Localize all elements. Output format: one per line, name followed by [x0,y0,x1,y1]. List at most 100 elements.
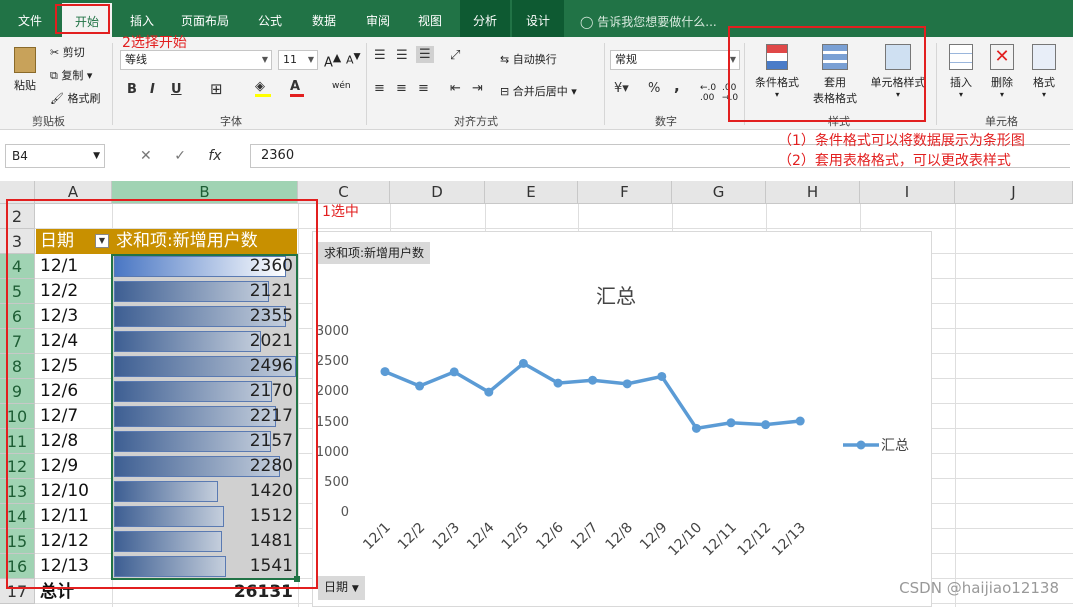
x-tick-label: 12/6 [533,519,567,553]
align-bottom-icon[interactable]: ☰ [416,46,434,63]
format-cells-button[interactable]: 格式 ▾ [1026,44,1062,99]
data-point[interactable] [415,381,425,391]
currency-icon[interactable]: ¥▾ [614,81,629,96]
increase-decimal-icon[interactable]: ←.0.00 [700,83,716,103]
chevron-down-icon: ▼ [261,55,268,64]
data-point[interactable] [726,418,736,428]
data-point[interactable] [588,375,598,385]
chevron-down-icon: ▾ [999,90,1004,99]
align-right-icon[interactable]: ≡ [418,81,429,96]
borders-icon[interactable]: ⊞ [210,80,223,98]
increase-font-button[interactable]: A▲ [324,51,341,70]
series-line[interactable] [384,361,801,431]
clipboard-icon [14,47,36,73]
font-size-select[interactable]: 11 ▼ [278,50,318,70]
format-cells-icon [1032,44,1056,70]
separator [604,43,605,125]
tab-formulas[interactable]: 公式 [248,0,292,37]
increase-indent-icon[interactable]: ⇥ [472,81,483,96]
decrease-font-button[interactable]: A▼ [346,51,361,67]
name-box[interactable]: B4 ▼ [5,144,105,168]
data-point[interactable] [449,367,459,377]
underline-button[interactable]: U [171,82,182,97]
wrap-text-button[interactable]: ⇆ 自动换行 [500,51,557,67]
column-header-j[interactable]: J [955,181,1073,204]
align-center-icon[interactable]: ≡ [396,81,407,96]
group-label-font: 字体 [220,115,242,128]
copy-icon: ⧉ [50,69,58,82]
data-point[interactable] [380,367,390,377]
tab-file[interactable]: 文件 [10,0,50,37]
formula-controls: ✕ ✓ fx [140,144,222,168]
copy-button[interactable]: ⧉ 复制 ▾ [50,67,92,83]
legend-marker [856,440,866,450]
annotation-note-2: （2）套用表格格式，可以更改表样式 [778,153,1011,169]
annotation-box-styles [728,26,926,122]
chevron-down-icon: ▾ [958,90,963,99]
x-tick-label: 12/7 [568,520,602,554]
italic-button[interactable]: I [150,82,155,97]
gridline-vertical [955,204,956,607]
separator [366,43,367,125]
format-painter-button[interactable]: 🖌 格式刷 [50,90,100,106]
column-header-g[interactable]: G [672,181,766,204]
align-middle-icon[interactable]: ☰ [396,48,408,63]
tab-data[interactable]: 数据 [302,0,346,37]
x-tick-label: 12/8 [602,520,636,554]
align-left-icon[interactable]: ≡ [374,81,385,96]
x-tick-label: 12/4 [464,519,498,553]
fill-color-icon[interactable]: ◈ [255,79,271,97]
orientation-icon[interactable]: ⤢ [450,48,460,63]
annotation-start: 2选择开始 [122,35,187,51]
tab-design[interactable]: 设计 [512,0,564,37]
percent-button[interactable]: % [648,81,660,96]
data-point[interactable] [553,378,563,388]
font-color-icon[interactable]: A [290,79,304,97]
merge-icon: ⊟ [500,85,510,98]
decrease-indent-icon[interactable]: ⇤ [450,81,461,96]
paintbrush-icon: 🖌 [50,92,64,105]
insert-cells-button[interactable]: 插入 ▾ [944,44,978,99]
group-label-clipboard: 剪贴板 [32,115,65,128]
x-tick-label: 12/2 [395,520,429,554]
paste-button[interactable]: 粘贴 [8,45,42,105]
column-header-i[interactable]: I [860,181,955,204]
separator [936,43,937,125]
insert-function-icon[interactable]: fx [208,148,221,164]
tell-me-search[interactable]: ◯ 告诉我您想要做什么... [580,0,717,37]
column-header-e[interactable]: E [485,181,578,204]
data-point[interactable] [484,387,494,397]
bold-button[interactable]: B [127,82,137,97]
pivot-chart[interactable]: 求和项:新增用户数 汇总 12/1 12/2 12/3 12/4 12/5 12/6 12/… [312,231,932,607]
chevron-down-icon: ▾ [1041,90,1046,99]
annotation-box-home-tab [55,4,110,34]
enter-icon[interactable]: ✓ [174,148,186,164]
tab-view[interactable]: 视图 [408,0,452,37]
x-tick-label: 12/12 [735,520,775,560]
delete-cells-button[interactable]: ✕ 删除 ▾ [984,44,1020,99]
data-point[interactable] [622,379,632,389]
cut-button[interactable]: ✂ 剪切 [50,44,85,60]
column-header-h[interactable]: H [766,181,860,204]
merge-center-button[interactable]: ⊟ 合并后居中 ▾ [500,83,577,99]
data-point[interactable] [761,420,771,430]
font-name-select[interactable]: 等线 ▼ [120,50,272,70]
tab-review[interactable]: 审阅 [356,0,400,37]
data-point[interactable] [657,371,667,381]
comma-button[interactable]: , [674,77,680,95]
phonetic-button[interactable]: wén [332,81,351,91]
tab-analyze[interactable]: 分析 [460,0,510,37]
x-tick-label: 12/1 [360,520,394,554]
legend-label: 汇总 [881,438,909,454]
chevron-down-icon: ▼ [351,584,359,594]
data-point[interactable] [518,358,528,368]
data-point[interactable] [691,423,701,433]
data-point[interactable] [795,416,805,426]
number-format-select[interactable]: 常规 ▼ [610,50,740,70]
column-header-f[interactable]: F [578,181,672,204]
delete-cells-icon: ✕ [990,44,1014,70]
column-header-d[interactable]: D [390,181,485,204]
axis-field-button[interactable]: 日期 ▼ [318,576,365,600]
cancel-icon[interactable]: ✕ [140,148,152,164]
align-top-icon[interactable]: ☰ [374,48,386,63]
